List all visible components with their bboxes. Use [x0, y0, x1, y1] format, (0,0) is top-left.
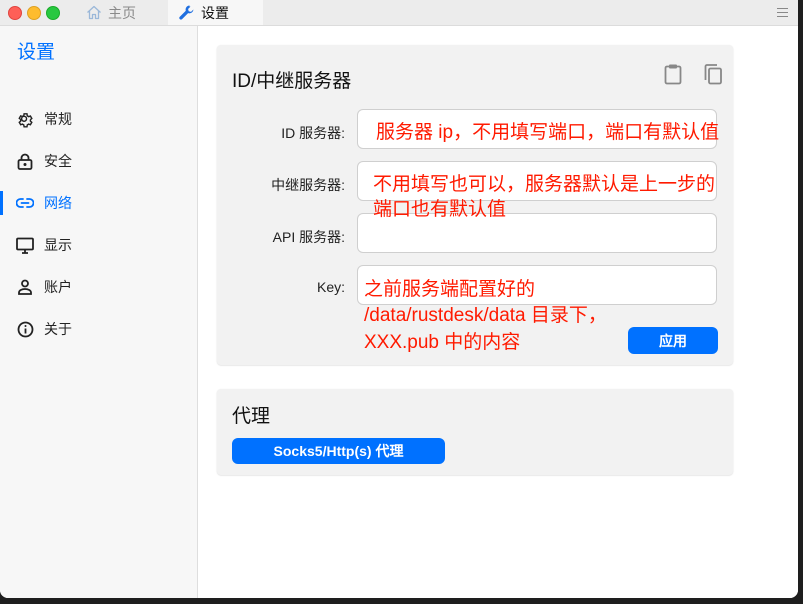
- annotation-key-line1: 之前服务端配置好的: [364, 279, 536, 300]
- sidebar-item-label: 显示: [44, 237, 72, 253]
- apply-button[interactable]: 应用: [628, 327, 718, 354]
- paste-icon[interactable]: [662, 63, 684, 85]
- sidebar: 设置 常规 安全 网络 显示 账户 关于: [0, 26, 198, 598]
- card-tools: [662, 63, 724, 85]
- wrench-icon: [178, 4, 195, 21]
- sidebar-item-label: 关于: [44, 321, 72, 337]
- sidebar-item-network[interactable]: 网络: [0, 185, 197, 221]
- annotation-relay-line2: 端口也有默认值: [373, 199, 507, 220]
- tab-home-label: 主页: [108, 4, 136, 21]
- card-title: 代理: [232, 406, 271, 427]
- sidebar-item-label: 常规: [44, 111, 72, 127]
- tab-home[interactable]: 主页: [86, 0, 136, 25]
- gear-icon: [16, 110, 34, 128]
- annotation-key-line2: /data/rustdesk/data 目录下，: [364, 305, 607, 326]
- annotation-key-line3: XXX.pub 中的内容: [364, 332, 521, 353]
- annotation-relay-line1: 不用填写也可以，服务器默认是上一步的: [373, 174, 716, 195]
- card-title: ID/中继服务器: [232, 71, 352, 92]
- sidebar-item-label: 安全: [44, 153, 72, 169]
- person-icon: [16, 278, 34, 296]
- annotation-id-server: 服务器 ip，不用填写端口，端口有默认值: [376, 122, 720, 143]
- socks5-proxy-button[interactable]: Socks5/Http(s) 代理: [232, 438, 445, 464]
- api-server-label: API 服务器:: [272, 229, 345, 245]
- menu-icon[interactable]: [777, 6, 788, 18]
- sidebar-title: 设置: [17, 42, 56, 63]
- sidebar-item-general[interactable]: 常规: [0, 101, 197, 137]
- relay-server-label: 中继服务器:: [271, 177, 345, 193]
- key-label: Key:: [316, 279, 345, 295]
- sidebar-item-display[interactable]: 显示: [0, 227, 197, 263]
- title-bar: 主页 设置: [0, 0, 798, 26]
- app-window: 主页 设置 设置 常规 安全 网络 显示 账户 关于 ID/中继服务器 ID 服…: [0, 0, 798, 598]
- id-server-label: ID 服务器:: [281, 125, 345, 141]
- minimize-window-button[interactable]: [27, 6, 41, 20]
- proxy-settings-card: 代理 Socks5/Http(s) 代理: [217, 389, 733, 475]
- tab-settings-label: 设置: [201, 4, 229, 21]
- tab-settings[interactable]: 设置: [168, 0, 263, 25]
- link-icon: [16, 194, 34, 212]
- info-icon: [16, 320, 34, 338]
- sidebar-item-security[interactable]: 安全: [0, 143, 197, 179]
- sidebar-item-account[interactable]: 账户: [0, 269, 197, 305]
- sidebar-item-about[interactable]: 关于: [0, 311, 197, 347]
- zoom-window-button[interactable]: [46, 6, 60, 20]
- home-icon: [86, 5, 102, 20]
- copy-icon[interactable]: [702, 63, 724, 85]
- sidebar-item-label: 账户: [44, 279, 72, 295]
- monitor-icon: [16, 236, 34, 254]
- sidebar-item-label: 网络: [44, 195, 72, 211]
- lock-icon: [16, 152, 34, 170]
- close-window-button[interactable]: [8, 6, 22, 20]
